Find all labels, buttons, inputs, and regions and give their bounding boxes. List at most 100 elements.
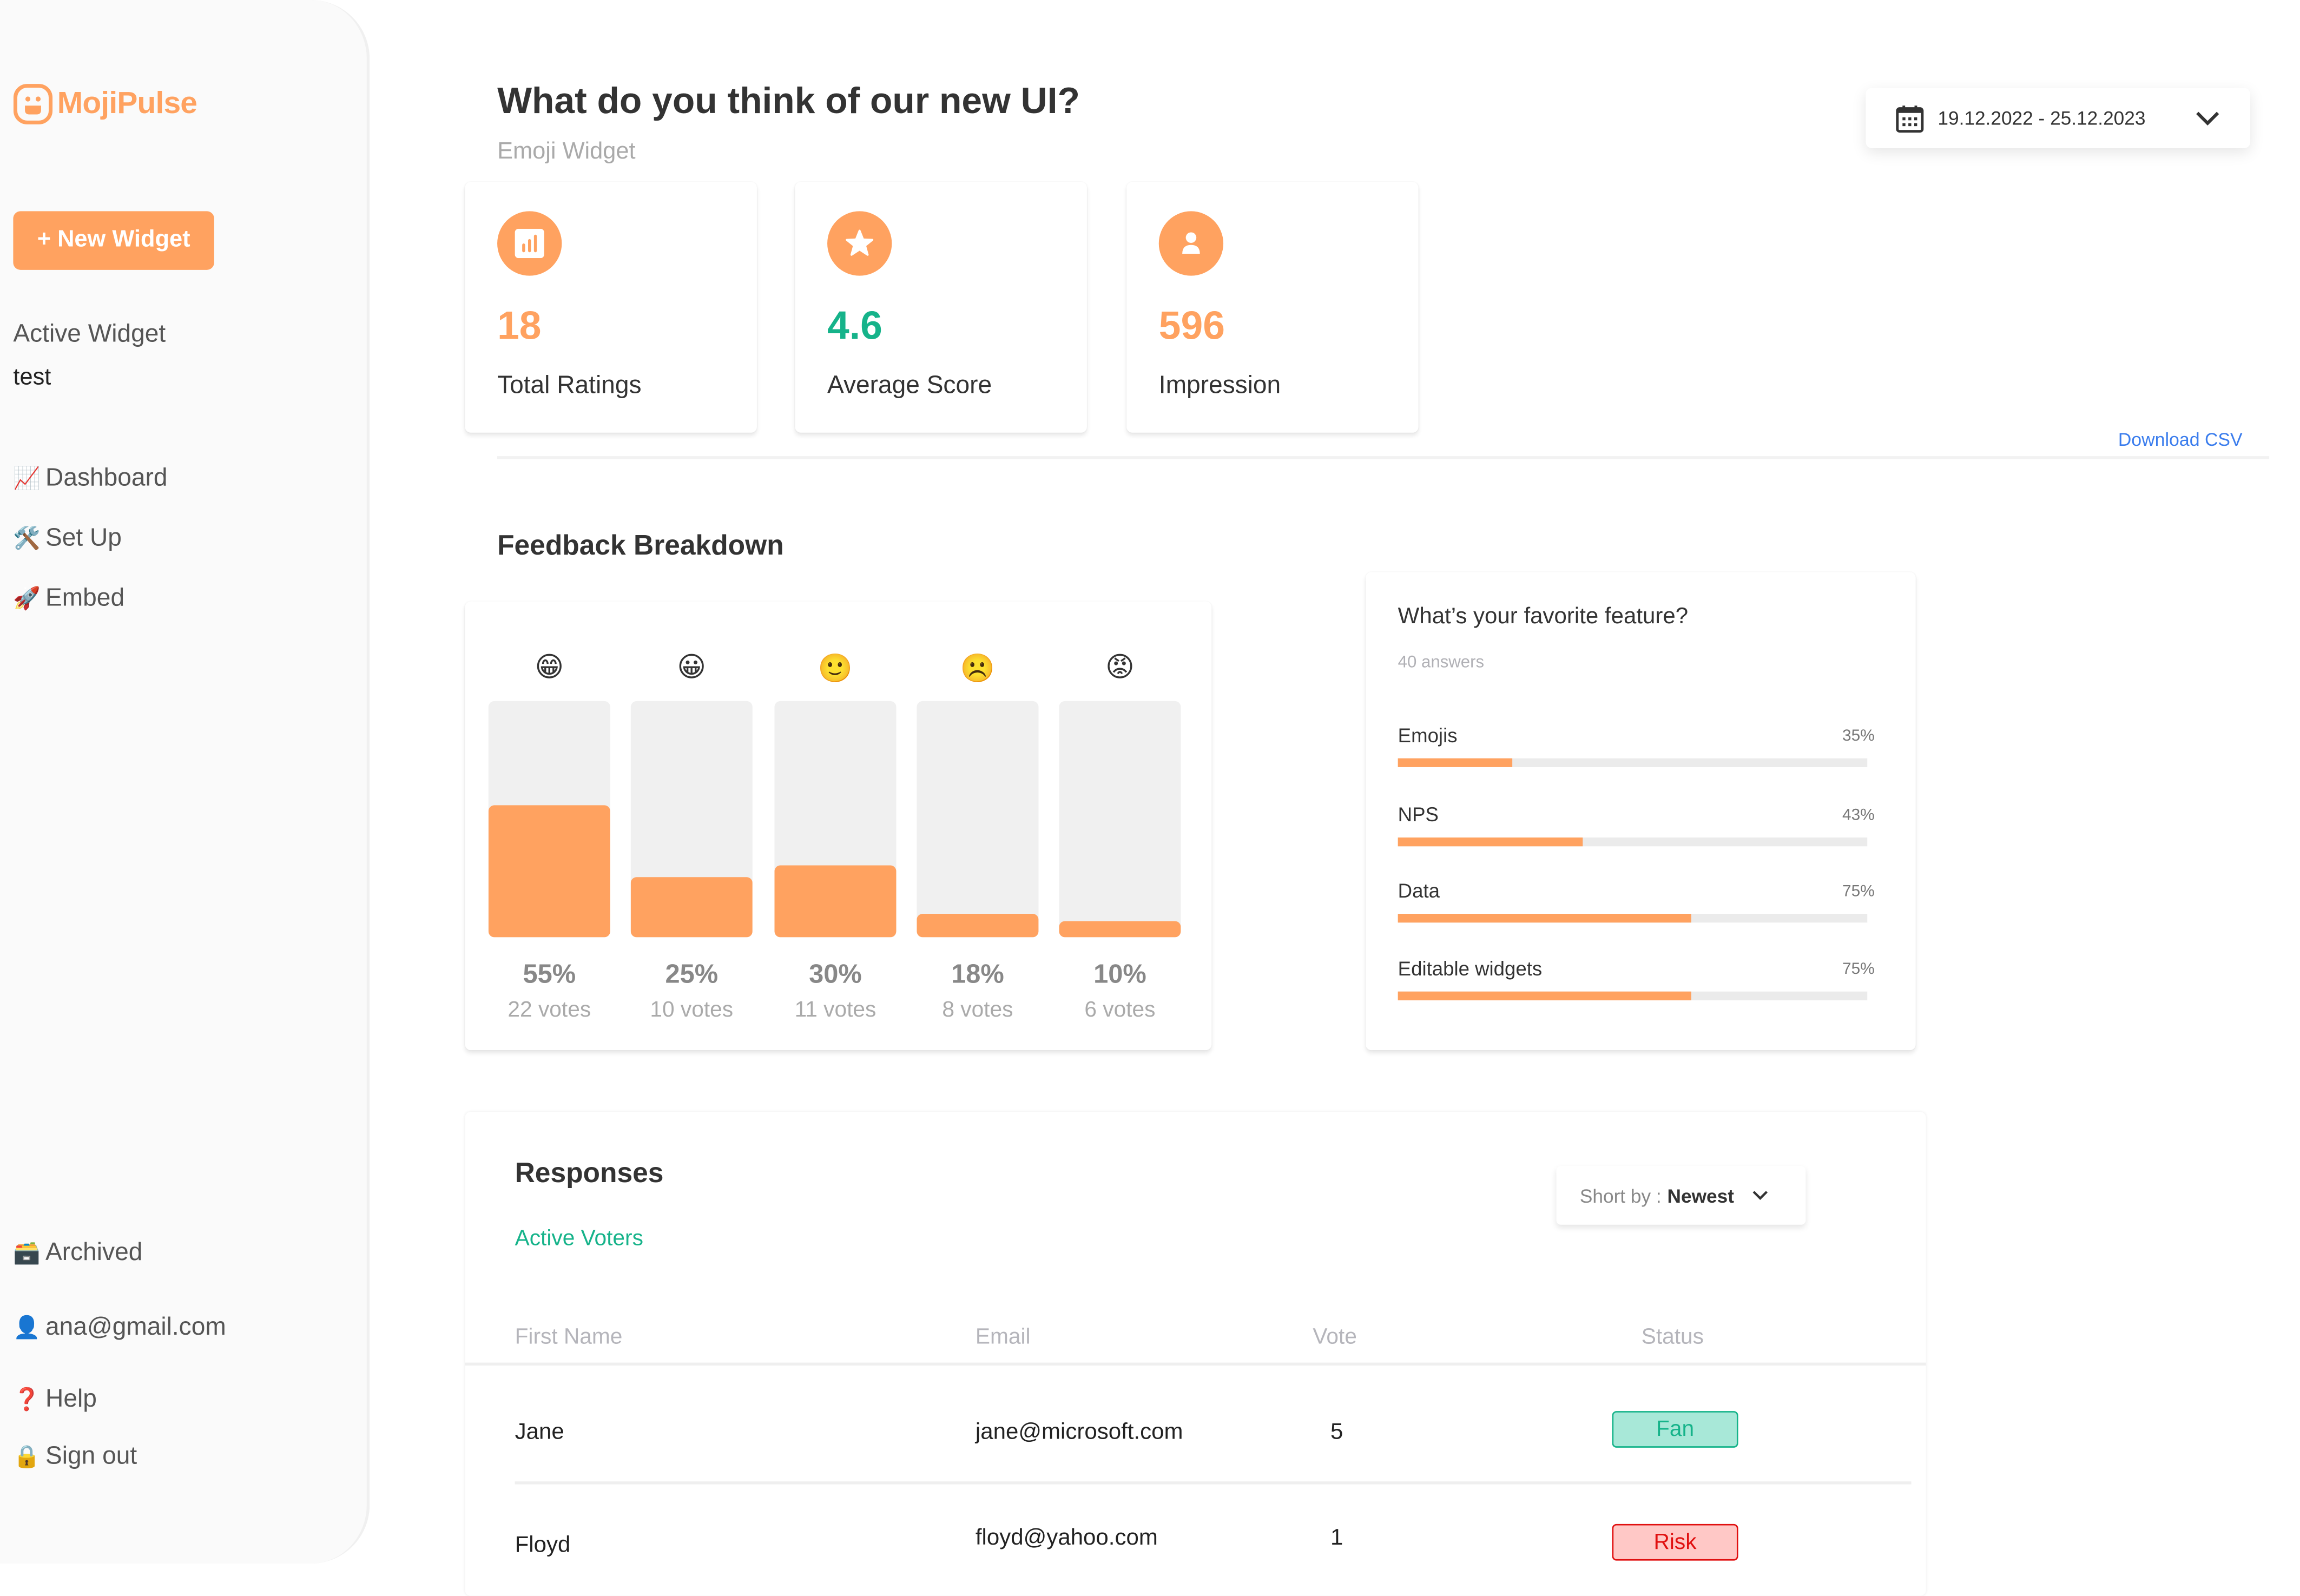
feedback-bar-track xyxy=(774,701,897,938)
feedback-percent: 55% xyxy=(523,959,576,989)
feedback-bar-fill xyxy=(1059,920,1181,938)
beaming-face-icon: 😁 xyxy=(535,652,564,684)
active-widget-label: Active Widget xyxy=(13,320,166,348)
active-widget-value[interactable]: test xyxy=(13,365,51,392)
feedback-percent: 30% xyxy=(809,959,862,989)
feedback-bar-fill xyxy=(488,804,610,938)
feedback-column: 😡 10% 6 votes xyxy=(1059,602,1181,1051)
slightly-smiling-face-icon: 🙂 xyxy=(818,654,853,685)
feedback-bar-track xyxy=(917,701,1039,938)
cell-first-name: Floyd xyxy=(515,1533,571,1558)
column-header-first-name[interactable]: First Name xyxy=(515,1324,623,1349)
cell-first-name: Jane xyxy=(515,1420,564,1445)
feature-bar-track xyxy=(1398,991,1868,1000)
tab-active-voters[interactable]: Active Voters xyxy=(515,1226,643,1251)
feature-bar-fill xyxy=(1398,991,1691,1000)
table-header-divider xyxy=(465,1362,1926,1366)
row-divider xyxy=(515,1481,1912,1485)
sort-dropdown[interactable]: Short by : Newest xyxy=(1556,1166,1806,1225)
calendar-icon xyxy=(1896,104,1924,132)
stat-label: Average Score xyxy=(827,371,992,399)
dashboard-page: MojiPulse + New Widget Active Widget tes… xyxy=(0,0,2300,1596)
feature-percent: 35% xyxy=(1842,727,1875,746)
stat-label: Impression xyxy=(1158,371,1281,399)
feature-label: NPS xyxy=(1398,803,1439,826)
page-subtitle: Emoji Widget xyxy=(497,139,636,164)
feature-percent: 43% xyxy=(1842,807,1875,825)
question-mark-icon: ❓ xyxy=(13,1387,41,1413)
column-header-status[interactable]: Status xyxy=(1642,1324,1704,1349)
lock-icon: 🔒 xyxy=(13,1445,41,1470)
app-name: MojiPulse xyxy=(57,86,197,121)
feedback-bar-fill xyxy=(774,865,897,938)
stat-label: Total Ratings xyxy=(497,371,642,399)
feedback-percent: 25% xyxy=(665,959,719,989)
feature-label: Data xyxy=(1398,880,1440,902)
sidebar-item-label: Dashboard xyxy=(45,463,168,492)
logo[interactable]: MojiPulse xyxy=(13,84,197,125)
card-file-box-icon: 🗃️ xyxy=(13,1241,41,1266)
feedback-votes: 6 votes xyxy=(1084,997,1156,1023)
sort-value: Newest xyxy=(1667,1184,1734,1206)
sidebar-item-account[interactable]: 👤 ana@gmail.com xyxy=(13,1313,226,1342)
sidebar-item-label: Help xyxy=(45,1384,97,1413)
feedback-bar-track xyxy=(1059,701,1181,938)
section-divider xyxy=(497,456,2270,459)
feature-bar-fill xyxy=(1398,758,1513,767)
sort-label: Short by : xyxy=(1579,1184,1662,1206)
feedback-column: 😀 25% 10 votes xyxy=(630,602,753,1051)
sidebar-item-embed[interactable]: 🚀 Embed xyxy=(13,584,124,613)
cell-vote: 1 xyxy=(1330,1525,1343,1551)
feature-bar-fill xyxy=(1398,914,1691,923)
sidebar-item-label: Embed xyxy=(45,584,125,612)
chart-increasing-icon: 📈 xyxy=(13,466,41,492)
feedback-votes: 8 votes xyxy=(942,997,1013,1023)
chevron-down-icon xyxy=(2196,111,2219,125)
feedback-column: 🙂 30% 11 votes xyxy=(774,602,897,1051)
column-header-vote[interactable]: Vote xyxy=(1313,1324,1356,1349)
feedback-votes: 10 votes xyxy=(650,997,734,1023)
column-header-email[interactable]: Email xyxy=(976,1324,1031,1349)
feedback-percent: 10% xyxy=(1093,959,1146,989)
grinning-face-icon: 😀 xyxy=(677,652,707,684)
feature-percent: 75% xyxy=(1842,883,1875,901)
sidebar-item-help[interactable]: ❓ Help xyxy=(13,1384,96,1414)
feedback-votes: 22 votes xyxy=(508,997,591,1023)
rocket-icon: 🚀 xyxy=(13,586,41,612)
stat-value: 18 xyxy=(497,304,542,348)
sidebar-item-label: Sign out xyxy=(45,1442,137,1470)
stat-card-average-score: 4.6 Average Score xyxy=(795,182,1087,433)
feature-bar-track xyxy=(1398,758,1868,767)
sidebar-item-label: ana@gmail.com xyxy=(45,1313,226,1341)
date-range-picker[interactable]: 19.12.2022 - 25.12.2023 xyxy=(1866,88,2250,148)
feedback-votes: 11 votes xyxy=(794,997,876,1023)
feedback-bar-fill xyxy=(917,913,1039,938)
feature-percent: 75% xyxy=(1842,960,1875,979)
user-icon xyxy=(1158,211,1224,276)
new-widget-button[interactable]: + New Widget xyxy=(13,211,214,270)
star-icon xyxy=(827,211,892,276)
chevron-down-icon xyxy=(1753,1191,1768,1201)
feedback-bar-track xyxy=(488,701,610,938)
cell-email: floyd@yahoo.com xyxy=(975,1525,1158,1551)
sidebar-item-sign-out[interactable]: 🔒 Sign out xyxy=(13,1442,137,1471)
feature-label: Editable widgets xyxy=(1398,958,1543,980)
feedback-breakdown-title: Feedback Breakdown xyxy=(497,531,784,562)
sidebar-item-archived[interactable]: 🗃️ Archived xyxy=(13,1238,142,1267)
feature-bar-track xyxy=(1398,914,1868,923)
download-csv-link[interactable]: Download CSV xyxy=(2118,430,2243,450)
feedback-column: ☹️ 18% 8 votes xyxy=(917,602,1039,1051)
feature-bar-fill xyxy=(1398,837,1584,847)
stat-card-total-ratings: 18 Total Ratings xyxy=(465,182,757,433)
sidebar-item-set-up[interactable]: 🛠️ Set Up xyxy=(13,524,122,553)
responses-card: Responses Active Voters Short by : Newes… xyxy=(465,1112,1926,1596)
feedback-percent: 18% xyxy=(951,959,1004,989)
feedback-bar-fill xyxy=(630,877,753,938)
responses-title: Responses xyxy=(515,1158,664,1190)
page-title: What do you think of our new UI? xyxy=(497,81,1080,122)
feature-row: NPS 43% xyxy=(1398,803,1875,862)
feedback-breakdown-card: 😁 55% 22 votes 😀 25% 10 votes 🙂 30% 11 v… xyxy=(465,601,1212,1051)
sidebar-item-dashboard[interactable]: 📈 Dashboard xyxy=(13,464,167,493)
frowning-face-icon: ☹️ xyxy=(960,654,996,685)
feature-label: Emojis xyxy=(1398,724,1458,747)
